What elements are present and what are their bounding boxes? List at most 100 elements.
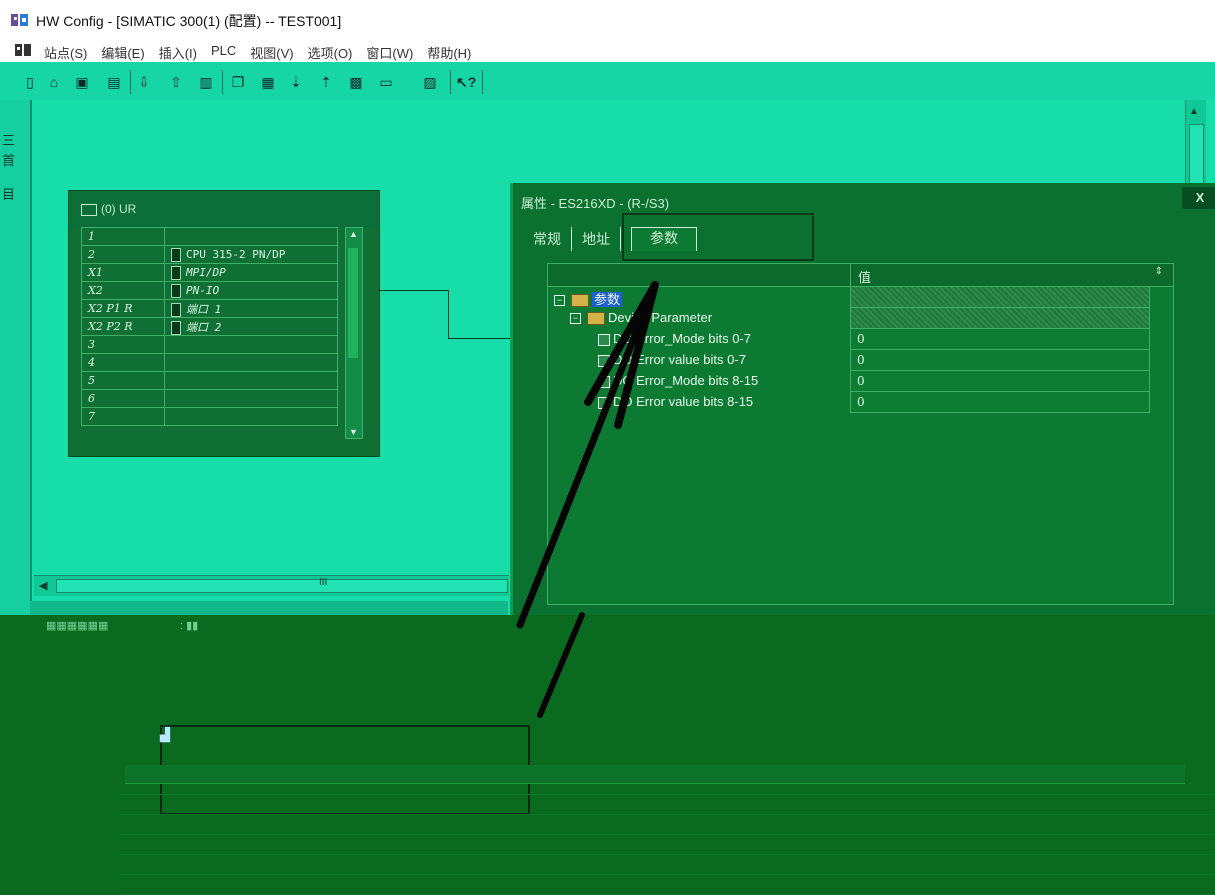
rack-slot-row[interactable]: 3 [81,335,338,354]
rack-module-cell[interactable] [164,371,338,390]
rack-module-cell[interactable] [164,353,338,372]
parameter-row[interactable]: DO Error value bits 0-7 0 [548,349,1150,371]
menu-items: 站点(S) 编辑(E) 插入(I) PLC 视图(V) 选项(O) 窗口(W) … [44,43,471,62]
upload-module-icon[interactable]: ⇡ [316,72,336,92]
strip-item-2[interactable]: 首 [2,150,26,169]
hw-config-app-icon [10,12,30,28]
rack-slot-table: 1 2 CPU 315-2 PN/DP X1 MPI/DP X2 PN-IO X2 P1 R 端… [81,227,338,426]
save-compile-icon[interactable]: ▤ [104,72,124,92]
horizontal-scroll-thumb[interactable] [56,579,508,593]
menu-plc[interactable]: PLC [211,43,236,62]
parameter-value-cell[interactable]: 0 [850,370,1150,392]
rack-module-cell[interactable] [164,389,338,408]
scroll-left-icon[interactable]: ◀ [39,579,47,592]
rack-module-cell[interactable]: PN-IO [164,281,338,300]
rack-module-name: MPI/DP [186,265,226,279]
parameter-value-cell[interactable]: 0 [850,391,1150,413]
rack-slot-number: X1 [81,263,165,282]
parameter-name: DO Error value bits 0-7 [613,352,746,367]
rack-module-name: 端口 2 [186,320,222,334]
tree-root-row[interactable]: − 参数 [548,286,1150,308]
network-view-icon[interactable]: ▭ [376,72,396,92]
tab-address[interactable]: 地址 [572,227,621,251]
document-menu-icon[interactable] [14,43,32,58]
rack-scroll-up-icon[interactable]: ▲ [349,229,358,239]
tree-group-row[interactable]: − Device Parameter [548,307,1150,329]
hardware-catalog-icon[interactable]: ▩ [346,72,366,92]
module-thumbnail-icon: ▟ [160,727,170,742]
detail-view-icon[interactable]: ▦▦▦▦▦▦ [46,619,108,632]
close-button[interactable]: X [1182,187,1215,209]
rack-slot-row[interactable]: 6 [81,389,338,408]
rack-scroll-down-icon[interactable]: ▼ [349,427,358,437]
menu-insert[interactable]: 插入(I) [159,43,197,62]
open-icon[interactable]: ⌂ [44,72,64,92]
group-collapse-icon[interactable]: − [570,313,581,325]
save-icon[interactable]: ▣ [72,72,92,92]
dialog-title: 属性 - ES216XD - (R-/S3) [521,196,670,211]
rack-slot-row[interactable]: 1 [81,227,338,246]
parameter-value-cell[interactable]: 0 [850,349,1150,371]
toolbar: ▯ ⌂ ▣ ▤ ⇩ ⇧ ▥ ❐ ▦ ⇣ ⇡ ▩ ▭ ▨ ↖? [0,62,1215,100]
paste-icon[interactable]: ▦ [258,72,278,92]
rack-module-cell[interactable] [164,407,338,426]
rack-slot-row[interactable]: 7 [81,407,338,426]
rack-slot-number: 1 [81,227,165,246]
rack-slot-number: 2 [81,245,165,264]
detail-table-grid [120,775,1215,895]
menu-help[interactable]: 帮助(H) [427,43,471,62]
parameter-value-cell[interactable]: 0 [850,328,1150,350]
rack-scroll-thumb[interactable] [348,248,358,358]
parameter-tree: 值 ⇕ − 参数 − Device Parameter DO Error_Mode … [547,263,1174,605]
rack-module-cell[interactable]: CPU 315-2 PN/DP [164,245,338,264]
rack-ur[interactable]: (0) UR 1 2 CPU 315-2 PN/DP X1 MPI/DP X2 PN-IO X… [68,190,380,457]
menu-station[interactable]: 站点(S) [44,43,87,62]
parameter-row[interactable]: DO Error value bits 8-15 0 [548,391,1150,413]
diagnostics-icon[interactable]: ▨ [420,72,440,92]
parameter-value: 0 [857,353,865,367]
parameter-name: DO Error_Mode bits 0-7 [613,331,751,346]
tree-group-label: Device Parameter [608,310,713,325]
rack-scrollbar[interactable]: ▲ ▼ [345,227,363,439]
rack-module-cell[interactable]: MPI/DP [164,263,338,282]
menu-options[interactable]: 选项(O) [308,43,353,62]
rack-slot-row[interactable]: X2 PN-IO [81,281,338,300]
rack-slot-row[interactable]: 2 CPU 315-2 PN/DP [81,245,338,264]
download-module-icon[interactable]: ⇣ [286,72,306,92]
new-icon[interactable]: ▯ [20,72,40,92]
parameter-row[interactable]: DO Error_Mode bits 0-7 0 [548,328,1150,350]
rack-module-cell[interactable]: 端口 2 [164,317,338,336]
rack-slot-row[interactable]: X1 MPI/DP [81,263,338,282]
menu-window[interactable]: 窗口(W) [366,43,413,62]
rack-module-cell[interactable] [164,227,338,246]
collapse-icon[interactable]: − [554,295,565,307]
rack-slot-row[interactable]: 4 [81,353,338,372]
column-resize-icon[interactable]: ⇕ [1155,266,1163,277]
title-bar: HW Config - [SIMATIC 300(1) (配置) -- TEST… [0,0,1215,41]
rack-module-name: 端口 1 [186,302,222,316]
upload-icon[interactable]: ⇧ [166,72,186,92]
menu-view[interactable]: 视图(V) [250,43,293,62]
menu-edit[interactable]: 编辑(E) [101,43,144,62]
strip-item-3[interactable]: 目 [2,184,26,203]
rack-slot-number: 4 [81,353,165,372]
value-column-header[interactable]: 值 [858,267,871,286]
strip-item-1[interactable]: 三 [2,130,26,149]
workspace-horizontal-scrollbar[interactable]: ◀ III [34,575,509,596]
help-icon[interactable]: ↖? [456,72,476,92]
copy-icon[interactable]: ❐ [228,72,248,92]
rack-slot-row[interactable]: 5 [81,371,338,390]
parameter-tree-header: 值 ⇕ [548,264,1173,287]
module-icon [171,247,181,262]
tab-general[interactable]: 常规 [523,227,572,251]
rack-module-cell[interactable]: 端口 1 [164,299,338,318]
print-icon[interactable]: ▥ [196,72,216,92]
profinet-bus-line-vertical [448,290,449,338]
rack-slot-row[interactable]: X2 P2 R 端口 2 [81,317,338,336]
rack-slot-row[interactable]: X2 P1 R 端口 1 [81,299,338,318]
parameter-row[interactable]: DO Error_Mode bits 8-15 0 [548,370,1150,392]
rack-slot-number: 6 [81,389,165,408]
download-icon[interactable]: ⇩ [134,72,154,92]
scroll-up-icon[interactable]: ▲ [1189,106,1199,117]
rack-module-cell[interactable] [164,335,338,354]
